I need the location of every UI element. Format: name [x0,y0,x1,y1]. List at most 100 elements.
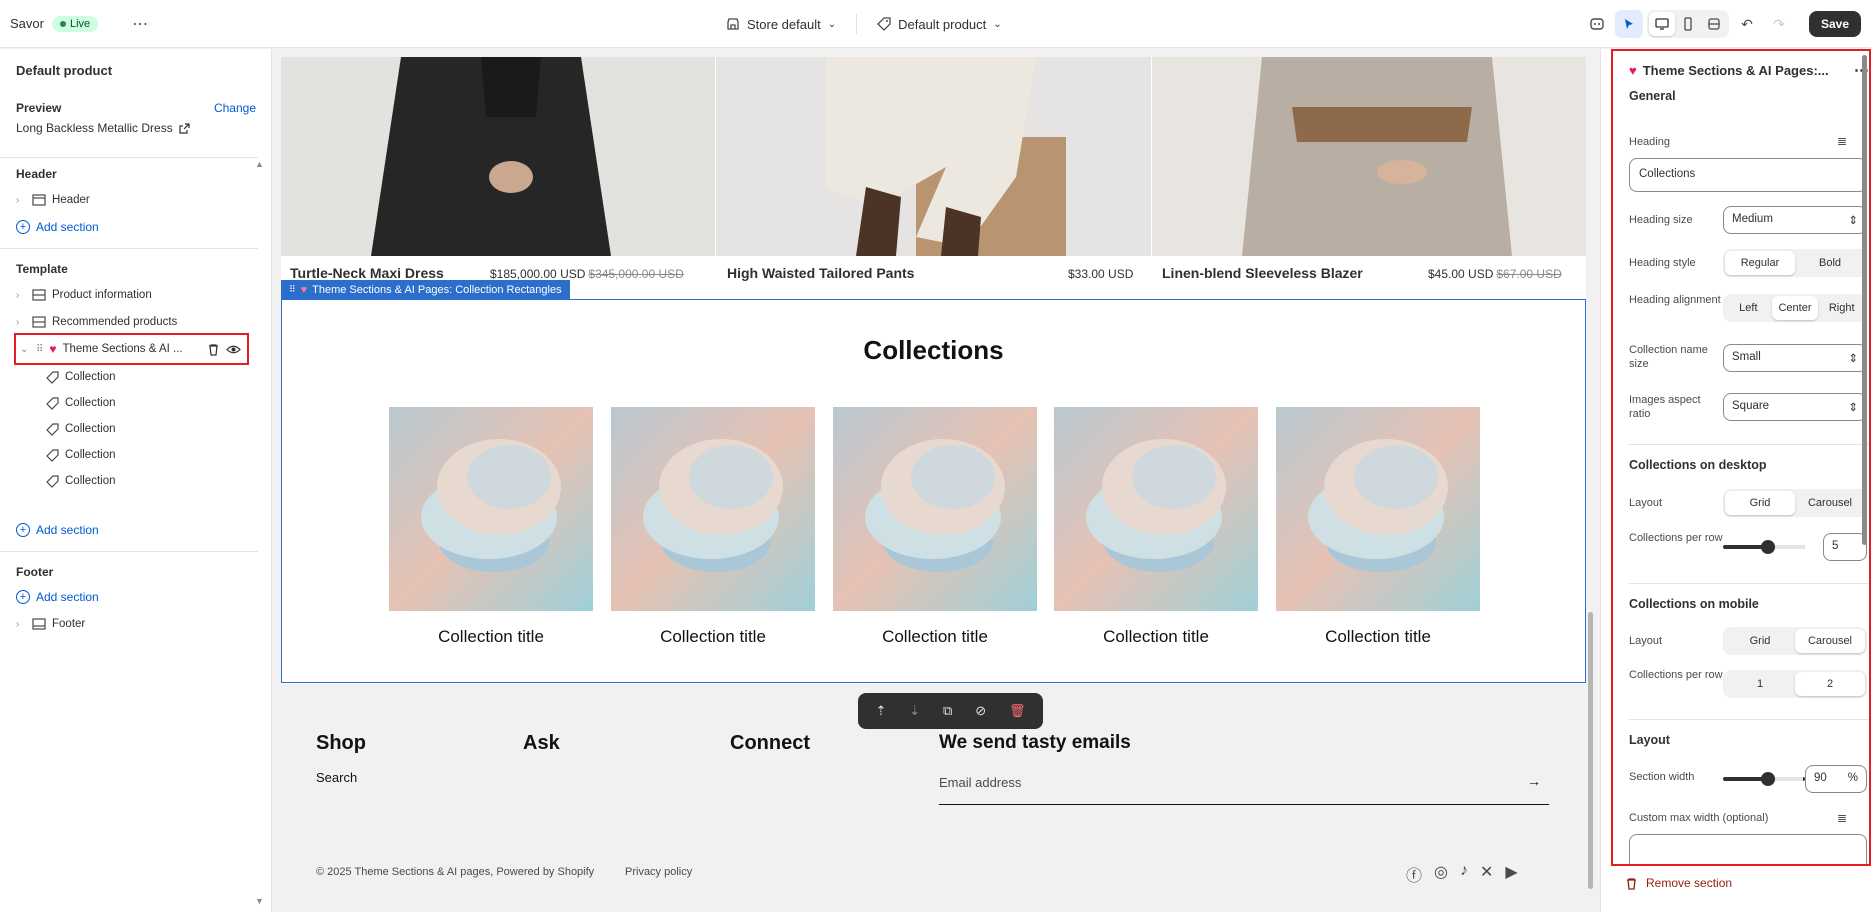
product-image-dress[interactable] [281,57,715,256]
drag-handle-icon[interactable]: ⠿ [289,284,296,295]
option-grid[interactable]: Grid [1725,629,1795,653]
move-up-icon[interactable]: ⇡ [875,703,886,719]
sidebar-item-header[interactable]: › Header [16,188,256,212]
chevron-right-icon[interactable]: › [16,619,26,630]
option-carousel[interactable]: Carousel [1795,491,1865,515]
move-down-icon[interactable]: ⇣ [909,703,920,719]
collection-title[interactable]: Collection title [1276,627,1480,647]
block-collection[interactable]: Collection [46,365,286,389]
slider-knob[interactable] [1761,772,1775,786]
canvas-scrollbar[interactable] [1588,57,1594,905]
collection-card[interactable]: Collection title [611,407,815,647]
collection-image[interactable] [833,407,1037,611]
option-1[interactable]: 1 [1725,672,1795,696]
images-aspect-select[interactable]: Square ⇕ [1723,393,1867,421]
option-regular[interactable]: Regular [1725,251,1795,275]
add-section-header[interactable]: + Add section [16,215,256,239]
save-button[interactable]: Save [1808,11,1861,37]
store-dropdown[interactable]: Store default ⌄ [726,17,836,32]
desktop-icon[interactable] [1648,12,1675,36]
section-tag[interactable]: ⠿ ♥ Theme Sections & AI Pages: Collectio… [281,280,570,299]
block-collection[interactable]: Collection [46,443,286,467]
x-icon[interactable]: ✕ [1480,862,1493,886]
footer-link-search[interactable]: Search [316,770,357,785]
trash-icon[interactable] [207,343,220,356]
option-grid[interactable]: Grid [1725,491,1795,515]
undo-icon[interactable]: ↶ [1733,10,1761,38]
database-icon[interactable]: ≣ [1837,811,1847,825]
mobile-icon[interactable] [1675,12,1701,36]
collection-title[interactable]: Collection title [1054,627,1258,647]
option-left[interactable]: Left [1725,296,1772,320]
hide-icon[interactable]: ⊘ [975,703,986,719]
product-image-pants[interactable] [716,57,1151,256]
collection-title[interactable]: Collection title [611,627,815,647]
ai-icon[interactable] [1583,10,1611,38]
drag-handle-icon[interactable]: ⠿ [36,344,43,355]
collection-card[interactable]: Collection title [833,407,1037,647]
option-bold[interactable]: Bold [1795,251,1865,275]
product-name[interactable]: High Waisted Tailored Pants [727,265,914,281]
collection-image[interactable] [389,407,593,611]
add-section-template[interactable]: + Add section [16,518,256,542]
collection-card[interactable]: Collection title [1276,407,1480,647]
chevron-down-icon[interactable]: ⌄ [20,344,30,355]
product-name[interactable]: Turtle-Neck Maxi Dress [290,265,444,281]
database-icon[interactable]: ≣ [1837,134,1847,148]
sidebar-item-theme-sections[interactable]: ⌄ ⠿ ♥ Theme Sections & AI ... [14,333,249,365]
section-width-slider[interactable] [1723,772,1805,786]
remove-section-button[interactable]: Remove section [1625,876,1732,890]
collection-image[interactable] [611,407,815,611]
collection-title[interactable]: Collection title [389,627,593,647]
collection-image[interactable] [1276,407,1480,611]
block-collection[interactable]: Collection [46,417,286,441]
scroll-down-icon[interactable]: ▼ [255,896,265,906]
privacy-link[interactable]: Privacy policy [625,866,692,878]
chevron-right-icon[interactable]: › [16,290,26,301]
duplicate-icon[interactable]: ⧉ [943,703,952,719]
collection-card[interactable]: Collection title [1054,407,1258,647]
instagram-icon[interactable]: ◎ [1434,862,1448,886]
redo-icon[interactable]: ↷ [1765,10,1793,38]
option-carousel[interactable]: Carousel [1795,629,1865,653]
youtube-icon[interactable]: ▶ [1505,862,1517,886]
option-2[interactable]: 2 [1795,672,1865,696]
slider-knob[interactable] [1761,540,1775,554]
product-name[interactable]: Linen-blend Sleeveless Blazer [1162,265,1363,281]
collection-name-size-select[interactable]: Small ⇕ [1723,344,1867,372]
desktop-per-row-input[interactable]: 5 [1823,533,1867,561]
block-collection[interactable]: Collection [46,469,286,493]
add-section-footer[interactable]: + Add section [16,585,256,609]
preview-product[interactable]: Long Backless Metallic Dress [16,121,256,135]
eye-icon[interactable] [226,343,241,356]
chevron-right-icon[interactable]: › [16,195,26,206]
desktop-per-row-slider[interactable] [1723,540,1805,554]
fullscreen-icon[interactable] [1701,12,1727,36]
facebook-icon[interactable]: ⓕ [1406,862,1422,886]
option-right[interactable]: Right [1818,296,1865,320]
more-actions-icon[interactable]: ⋯ [126,10,154,38]
tiktok-icon[interactable]: ♪ [1460,862,1468,886]
email-input[interactable]: Email address → [939,773,1549,805]
collection-card[interactable]: Collection title [389,407,593,647]
chevron-right-icon[interactable]: › [16,317,26,328]
custom-max-width-input[interactable] [1629,834,1867,864]
arrow-right-icon[interactable]: → [1527,773,1541,789]
product-image-blazer[interactable] [1152,57,1586,256]
block-collection[interactable]: Collection [46,391,286,415]
collection-image[interactable] [1054,407,1258,611]
scroll-thumb[interactable] [1588,612,1593,889]
inspector-icon[interactable] [1614,10,1643,38]
collection-title[interactable]: Collection title [833,627,1037,647]
change-link[interactable]: Change [214,101,256,115]
heading-size-select[interactable]: Medium ⇕ [1723,206,1867,234]
option-center[interactable]: Center [1771,296,1819,320]
scroll-up-icon[interactable]: ▲ [255,159,265,169]
section-width-input[interactable]: 90% [1805,765,1867,793]
heading-input[interactable]: Collections [1629,158,1867,192]
delete-icon[interactable]: 🗑 [1009,703,1026,719]
template-dropdown[interactable]: Default product ⌄ [877,17,1002,32]
sidebar-item-recommended-products[interactable]: › Recommended products [16,310,256,334]
sidebar-item-product-information[interactable]: › Product information [16,283,256,307]
sidebar-item-footer[interactable]: › Footer [16,612,256,636]
